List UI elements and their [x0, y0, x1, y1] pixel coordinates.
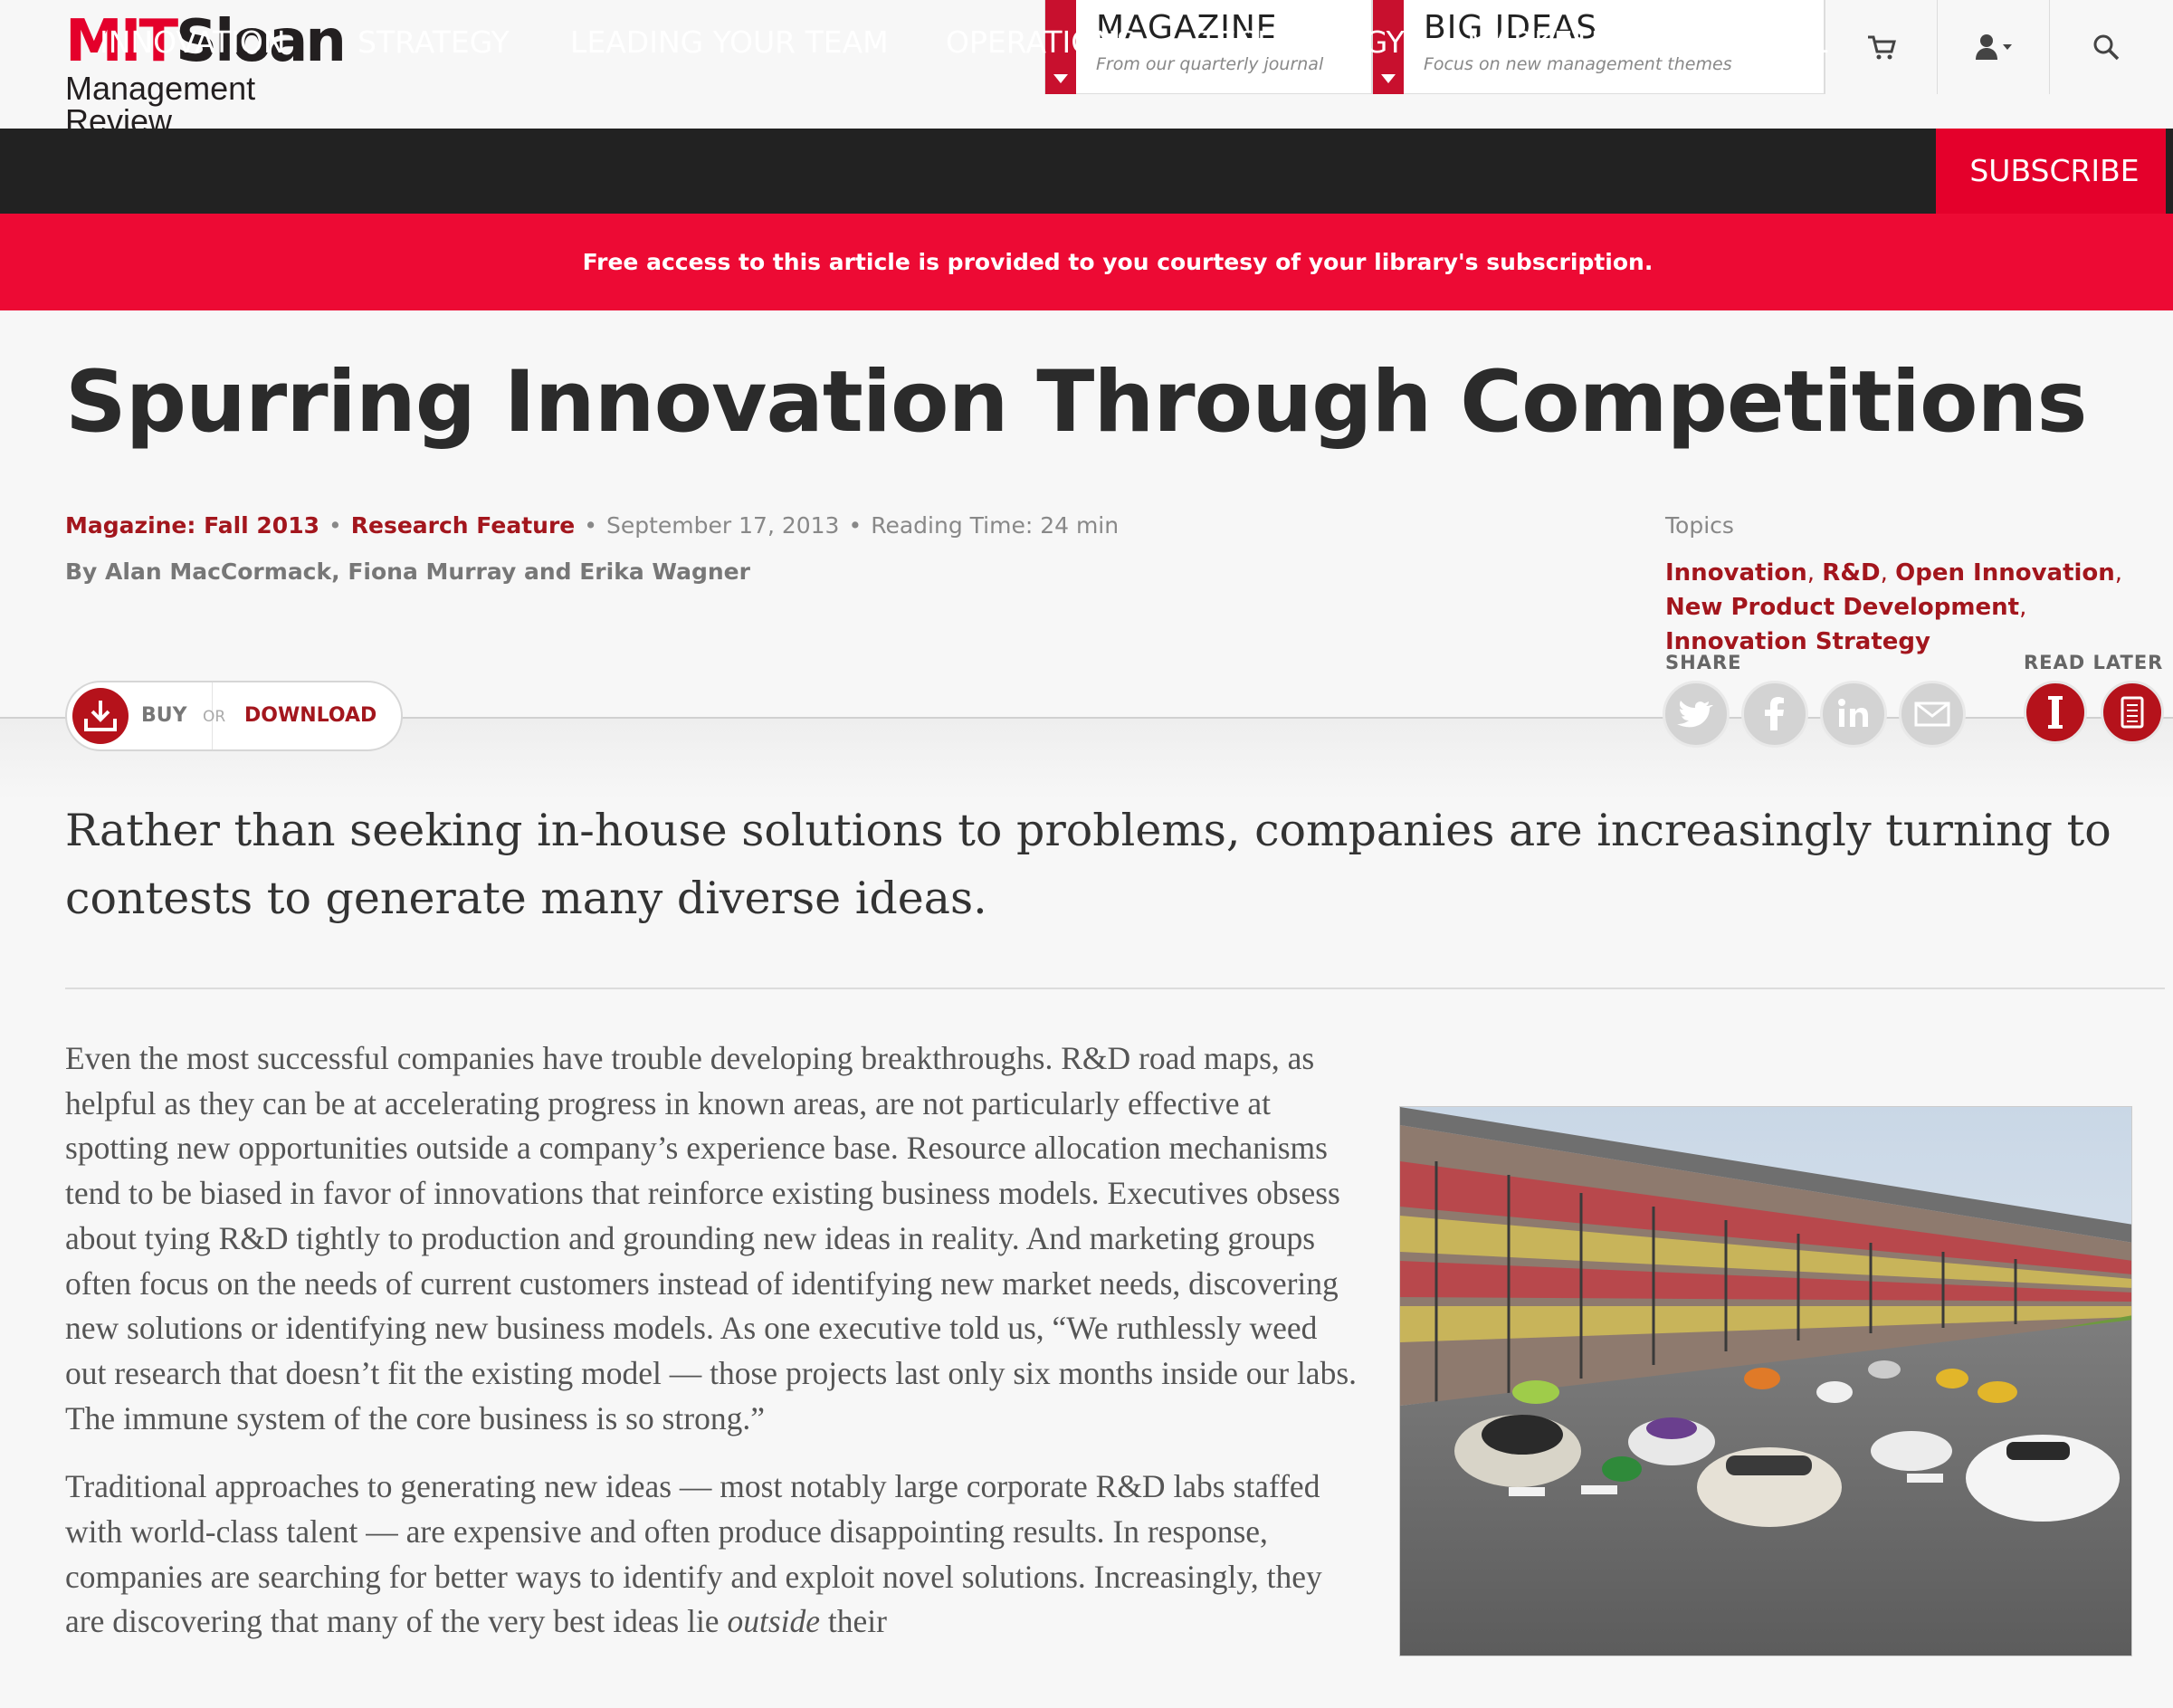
- article-meta: Magazine: Fall 2013 • Research Feature • Sep…: [65, 512, 1119, 539]
- topic-link[interactable]: R&D: [1822, 559, 1880, 587]
- body-paragraph: Even the most successful companies have …: [65, 1040, 1358, 1436]
- meta-separator: •: [848, 512, 863, 539]
- meta-separator: •: [584, 512, 597, 539]
- access-banner-text: Free access to this article is provided …: [582, 249, 1654, 275]
- share-facebook-button[interactable]: [1741, 681, 1808, 748]
- nav-technology[interactable]: TECHNOLOGY: [1199, 0, 1405, 85]
- twitter-icon: [1677, 701, 1713, 728]
- read-later-label: READ LATER: [2024, 652, 2164, 673]
- publish-date: September 17, 2013: [606, 512, 840, 539]
- search-button[interactable]: [2049, 0, 2161, 94]
- facebook-icon: [1765, 697, 1784, 730]
- article-byline: By Alan MacCormack, Fiona Murray and Eri…: [65, 558, 750, 585]
- account-button[interactable]: [1937, 0, 2049, 94]
- emphasis-text: outside: [727, 1603, 821, 1640]
- pocket-icon: [2121, 696, 2144, 729]
- pocket-button[interactable]: [2101, 681, 2164, 744]
- nav-leading-your-team[interactable]: LEADING YOUR TEAM: [570, 0, 889, 85]
- access-banner: Free access to this article is provided …: [0, 214, 2173, 310]
- download-tray-icon[interactable]: [72, 688, 129, 744]
- buy-link[interactable]: BUY: [141, 704, 187, 727]
- instapaper-button[interactable]: [2024, 681, 2087, 744]
- nav-innovation[interactable]: INNOVATION: [100, 0, 286, 85]
- feature-type-link[interactable]: Research Feature: [351, 512, 576, 539]
- share-linkedin-button[interactable]: [1820, 681, 1887, 748]
- linkedin-icon: [1838, 699, 1868, 727]
- or-label: OR: [203, 708, 226, 726]
- cart-button[interactable]: [1825, 0, 1937, 94]
- body-paragraph: Traditional approaches to generating new…: [65, 1468, 1322, 1640]
- share-twitter-button[interactable]: [1663, 681, 1730, 748]
- topic-link[interactable]: Innovation: [1665, 559, 1807, 587]
- magazine-issue-link[interactable]: Magazine: Fall 2013: [65, 512, 319, 539]
- subscribe-button[interactable]: SUBSCRIBE: [1936, 129, 2173, 214]
- download-link[interactable]: DOWNLOAD: [244, 704, 376, 727]
- topic-link[interactable]: Open Innovation: [1895, 559, 2115, 587]
- share-email-button[interactable]: [1899, 681, 1966, 748]
- search-icon: [2093, 34, 2119, 61]
- divider: [65, 988, 2165, 989]
- nav-edge: [2166, 129, 2173, 214]
- nav-marketing[interactable]: MARKETING: [1467, 0, 1645, 85]
- email-icon: [1914, 701, 1950, 727]
- nav-strategy[interactable]: STRATEGY: [357, 0, 510, 85]
- topics-label: Topics: [1665, 512, 1734, 539]
- article-dek: Rather than seeking in-house solutions t…: [65, 805, 2111, 924]
- article-body: Even the most successful companies have …: [65, 1036, 1359, 1668]
- article-photo: [1399, 1106, 2132, 1656]
- topic-link[interactable]: New Product Development: [1665, 594, 2019, 621]
- article-title: Spurring Innovation Through Competitions: [65, 353, 2087, 452]
- reading-time: Reading Time: 24 min: [871, 512, 1120, 539]
- topics-list: Innovation, R&D, Open Innovation, New Pr…: [1665, 559, 2123, 655]
- main-nav: [0, 129, 2173, 214]
- meta-separator: •: [329, 512, 342, 539]
- nav-operations[interactable]: OPERATIONS: [946, 0, 1136, 85]
- buy-download-widget: BUY OR DOWNLOAD: [65, 681, 403, 751]
- user-icon: [1975, 34, 2012, 60]
- instapaper-icon: [2048, 696, 2063, 729]
- share-label: SHARE: [1665, 652, 1742, 673]
- cart-icon: [1867, 35, 1896, 60]
- nav-global[interactable]: GLOBAL: [1708, 0, 1827, 85]
